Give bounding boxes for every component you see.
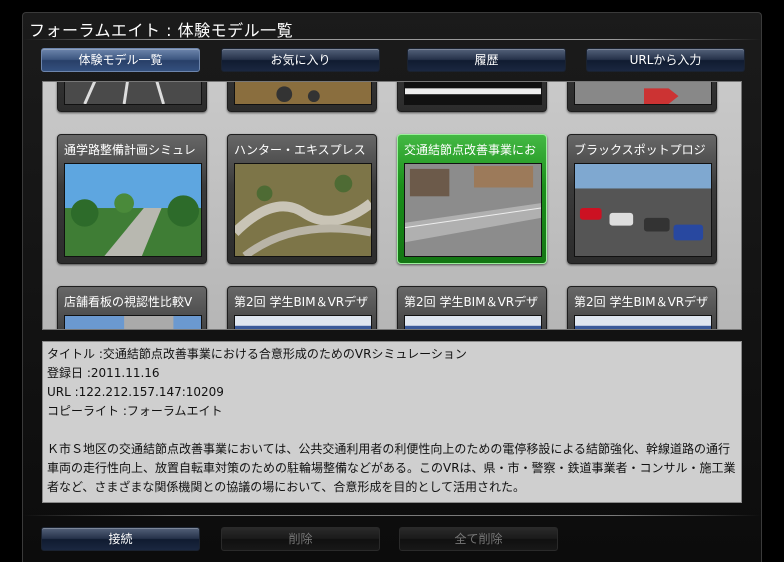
- tab-history[interactable]: 履歴: [407, 48, 566, 72]
- model-thumbnail: [404, 315, 542, 329]
- window-title: フォーラムエイト : 体験モデル一覧: [29, 21, 294, 40]
- title-divider: [23, 39, 761, 40]
- model-card-title: 第2回 学生BIM＆VRデザ: [234, 295, 369, 309]
- detail-url: URL :122.212.157.147:10209: [47, 385, 224, 399]
- model-thumbnail: [64, 315, 202, 329]
- model-thumbnail: [234, 82, 372, 105]
- model-thumbnail: [574, 82, 712, 105]
- model-thumbnail: [404, 163, 542, 257]
- tab-model-list[interactable]: 体験モデル一覧: [41, 48, 200, 72]
- detail-date: 登録日 :2011.11.16: [47, 366, 160, 380]
- detail-description: Ｋ市Ｓ地区の交通結節点改善事業においては、公共交通利用者の利便性向上のための電停…: [47, 442, 736, 494]
- model-card-title: ハンター・エキスプレス: [234, 143, 366, 157]
- tab-bar: 体験モデル一覧 お気に入り 履歴 URLから入力: [41, 48, 745, 72]
- detail-title: タイトル :交通結節点改善事業における合意形成のためのVRシミュレーション: [47, 347, 467, 361]
- model-thumbnail: [234, 163, 372, 257]
- model-thumbnail: [404, 82, 542, 105]
- tab-favorites[interactable]: お気に入り: [221, 48, 380, 72]
- model-card-title: 通学路整備計画シミュレ: [64, 143, 196, 157]
- model-card-title: ブラックスポットプロジ: [574, 143, 706, 157]
- connect-button[interactable]: 接続: [41, 527, 200, 551]
- model-card-selected[interactable]: 交通結節点改善事業にお: [397, 134, 547, 264]
- tab-url-input[interactable]: URLから入力: [586, 48, 745, 72]
- delete-button[interactable]: 削除: [221, 527, 380, 551]
- app-window: フォーラムエイト : 体験モデル一覧 体験モデル一覧 お気に入り 履歴 URLか…: [22, 12, 762, 562]
- bottom-divider: [23, 515, 761, 516]
- action-bar: 接続 削除 全て削除: [41, 527, 745, 551]
- model-card[interactable]: 第2回 学生BIM＆VRデザ: [227, 286, 377, 329]
- model-details-panel: タイトル :交通結節点改善事業における合意形成のためのVRシミュレーション 登録…: [42, 341, 742, 503]
- model-card-title: 第2回 学生BIM＆VRデザ: [404, 295, 539, 309]
- model-card[interactable]: ハンター・エキスプレス: [227, 134, 377, 264]
- model-thumbnail: [64, 163, 202, 257]
- model-card[interactable]: 第2回 学生BIM＆VRデザ: [567, 286, 717, 329]
- model-card-title: 店舗看板の視認性比較V: [64, 295, 193, 309]
- model-card[interactable]: ブラックスポットプロジ: [567, 134, 717, 264]
- delete-all-button[interactable]: 全て削除: [399, 527, 558, 551]
- detail-copyright: コピーライト :フォーラムエイト: [47, 404, 223, 418]
- model-thumbnail: [234, 315, 372, 329]
- model-card[interactable]: [227, 82, 377, 112]
- model-card-title: 交通結節点改善事業にお: [404, 143, 537, 157]
- model-card[interactable]: [57, 82, 207, 112]
- model-card[interactable]: [397, 82, 547, 112]
- model-card[interactable]: 通学路整備計画シミュレ: [57, 134, 207, 264]
- model-card[interactable]: [567, 82, 717, 112]
- model-card-title: 第2回 学生BIM＆VRデザ: [574, 295, 709, 309]
- model-gallery[interactable]: 通学路整備計画シミュレ ハンター・エキスプレス 交通結節点改善事業にお ブラック…: [42, 81, 742, 330]
- model-card[interactable]: 第2回 学生BIM＆VRデザ: [397, 286, 547, 329]
- model-card[interactable]: 店舗看板の視認性比較V: [57, 286, 207, 329]
- model-thumbnail: [64, 82, 202, 105]
- model-thumbnail: [574, 163, 712, 257]
- model-thumbnail: [574, 315, 712, 329]
